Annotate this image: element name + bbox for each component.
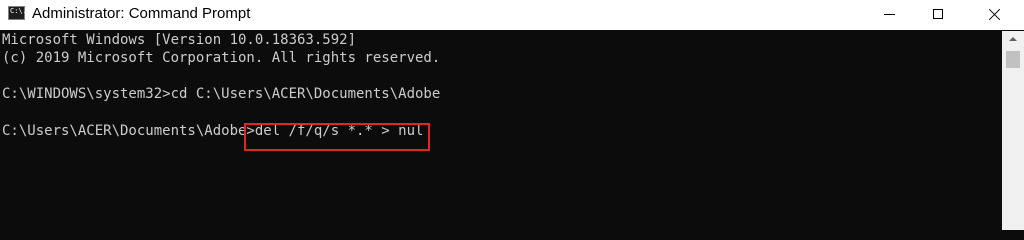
console-line-cd-command: C:\WINDOWS\system32>cd C:\Users\ACER\Doc… bbox=[2, 86, 441, 102]
minimize-button[interactable] bbox=[866, 0, 912, 30]
cmd-icon-text: C:\. bbox=[10, 7, 27, 15]
close-icon bbox=[989, 8, 1001, 20]
minimize-icon bbox=[884, 14, 895, 15]
maximize-button[interactable] bbox=[914, 0, 960, 30]
cmd-icon[interactable]: C:\. bbox=[8, 6, 27, 20]
console-line-version: Microsoft Windows [Version 10.0.18363.59… bbox=[2, 32, 357, 48]
scroll-up-arrow-icon[interactable] bbox=[1002, 31, 1024, 48]
window-title: Administrator: Command Prompt bbox=[32, 5, 251, 22]
maximize-icon bbox=[933, 9, 943, 19]
command-prompt-window: C:\. Administrator: Command Prompt Micro… bbox=[0, 0, 1024, 230]
console-output[interactable]: Microsoft Windows [Version 10.0.18363.59… bbox=[2, 31, 998, 230]
scroll-thumb[interactable] bbox=[1006, 51, 1020, 68]
title-bar[interactable]: C:\. Administrator: Command Prompt bbox=[0, 0, 1024, 30]
vertical-scrollbar[interactable] bbox=[1002, 31, 1024, 230]
command-highlight-box bbox=[244, 123, 430, 151]
close-button[interactable] bbox=[966, 0, 1024, 30]
console-line-copyright: (c) 2019 Microsoft Corporation. All righ… bbox=[2, 50, 441, 66]
